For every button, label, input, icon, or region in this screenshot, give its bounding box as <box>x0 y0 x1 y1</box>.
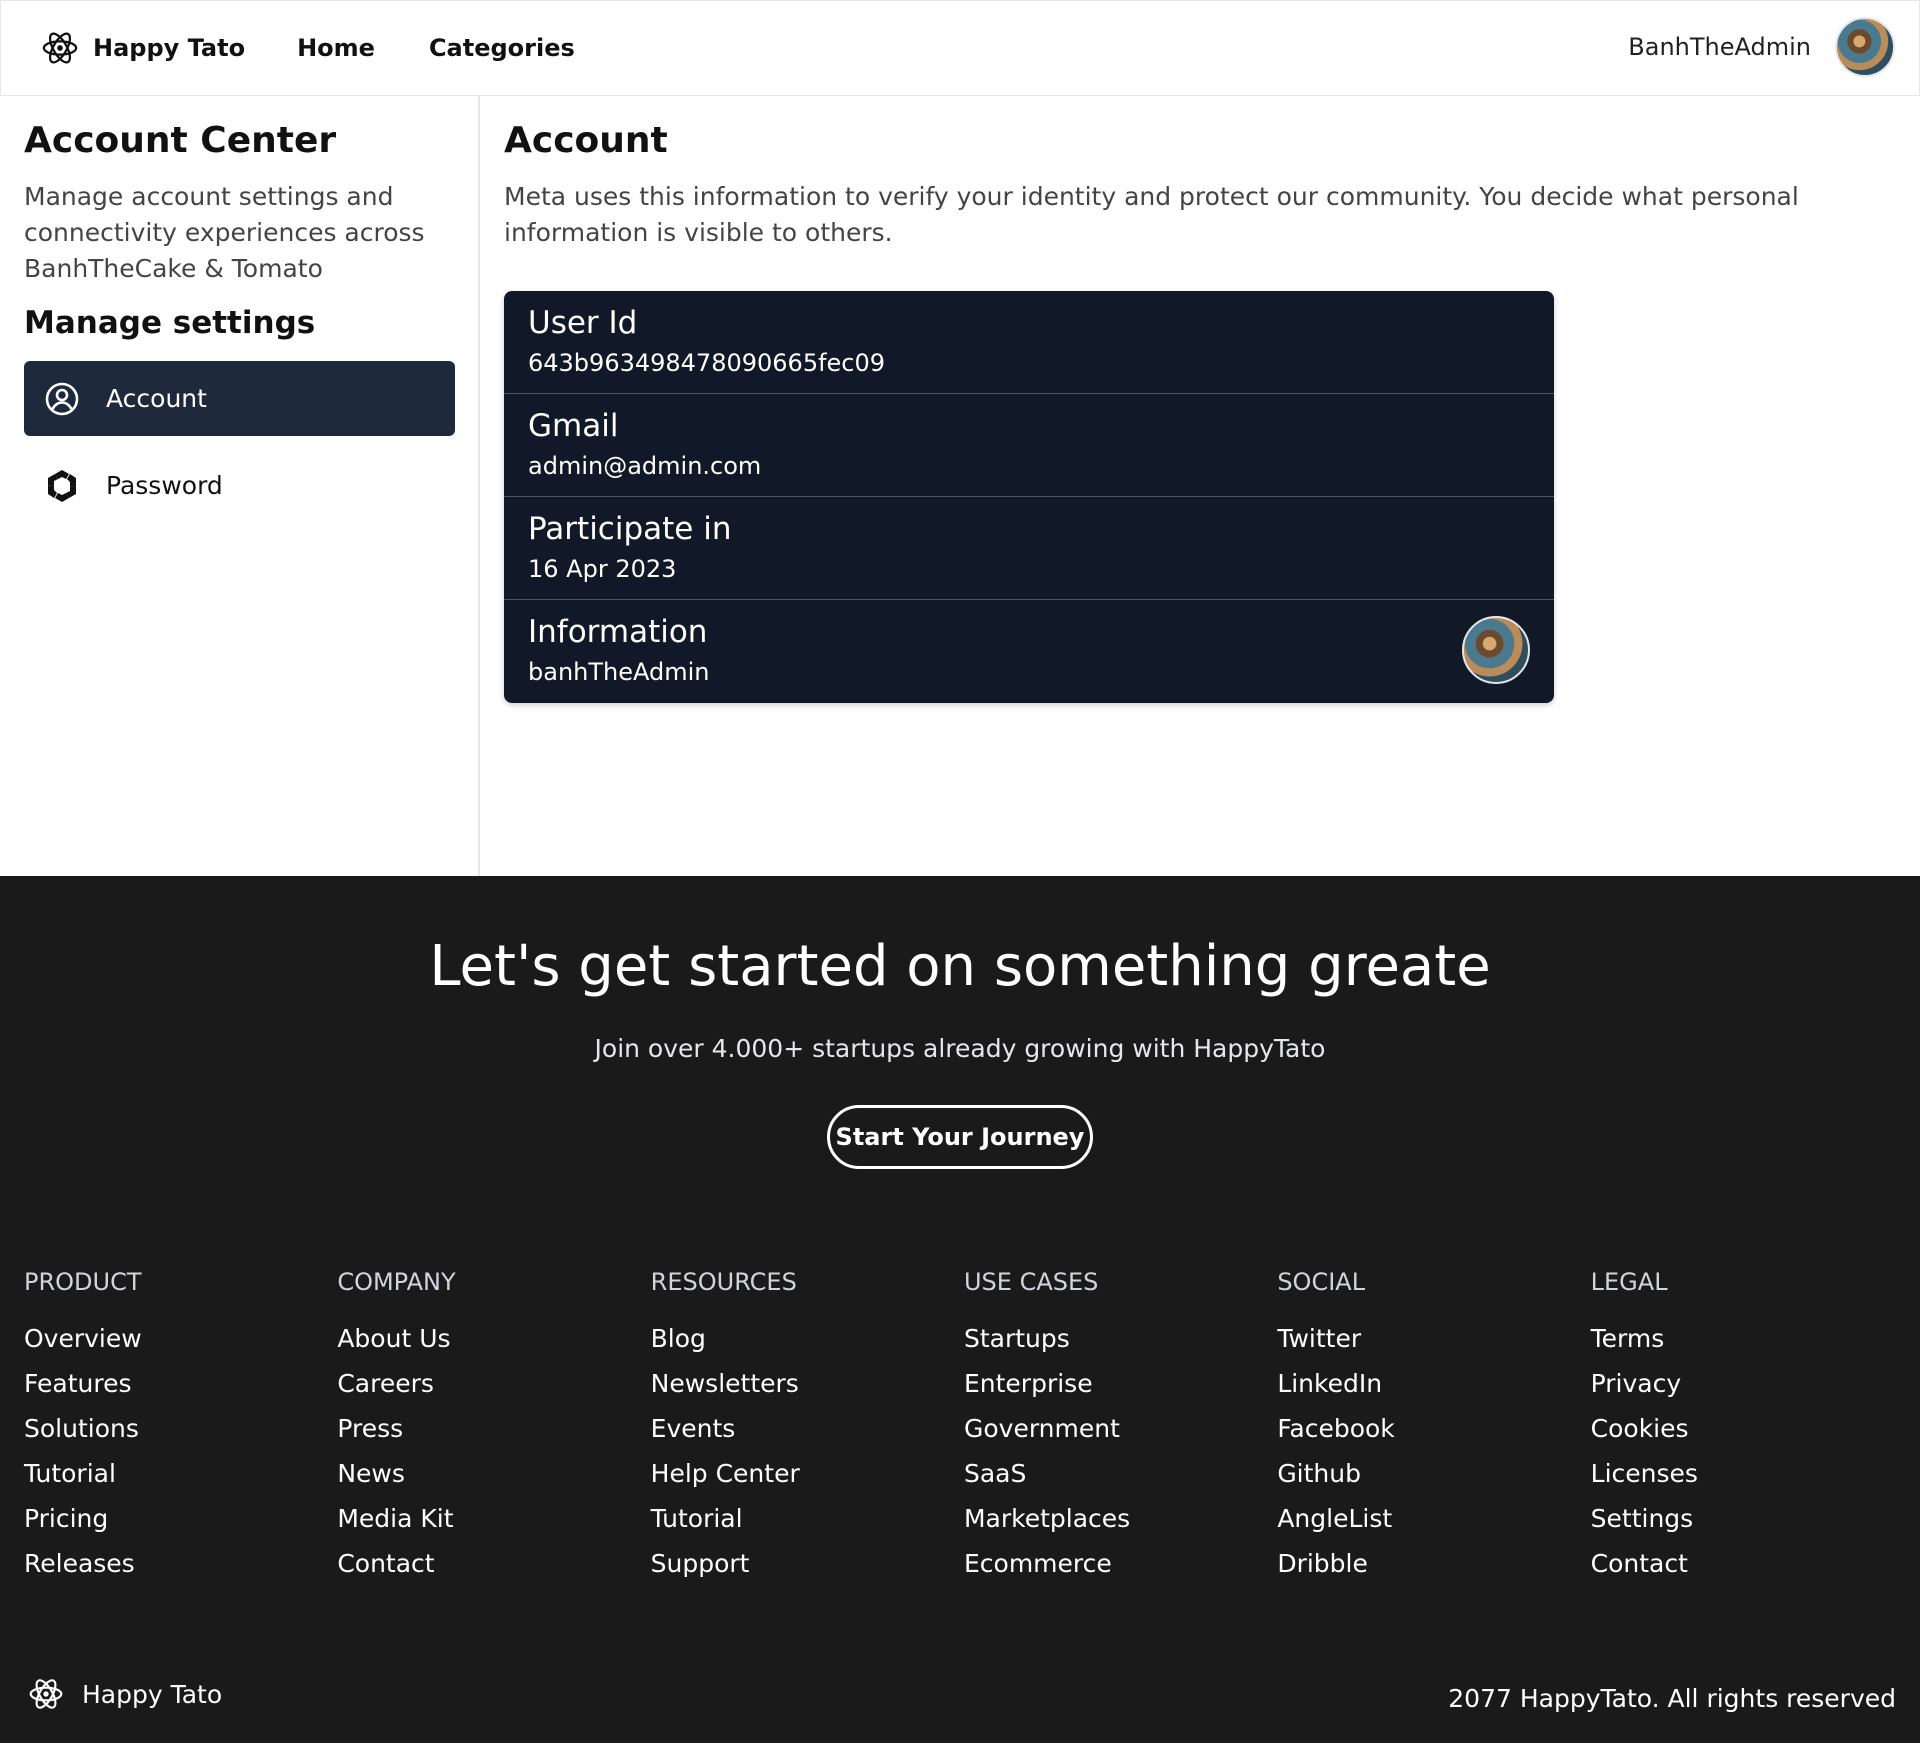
nav-home-link[interactable]: Home <box>297 34 375 62</box>
footer-link[interactable]: Settings <box>1591 1496 1904 1541</box>
username: BanhTheAdmin <box>1628 33 1811 61</box>
sidebar-description: Manage account settings and connectivity… <box>24 182 425 283</box>
row-value: banhTheAdmin <box>528 658 710 686</box>
profile-avatar[interactable] <box>1462 616 1530 684</box>
footer-heading: SOCIAL <box>1277 1268 1366 1296</box>
footer-link[interactable]: Licenses <box>1591 1451 1904 1496</box>
atom-icon <box>42 32 78 64</box>
footer-link[interactable]: Pricing <box>24 1496 337 1541</box>
footer-link[interactable]: Contact <box>337 1541 650 1586</box>
row-value: 16 Apr 2023 <box>528 555 677 583</box>
footer-link[interactable]: Facebook <box>1277 1406 1590 1451</box>
sidebar-subtitle: Manage settings <box>24 305 316 341</box>
start-journey-button[interactable]: Start Your Journey <box>827 1105 1093 1169</box>
footer-link[interactable]: Government <box>964 1406 1277 1451</box>
row-label: Participate in <box>528 511 732 547</box>
footer-heading: RESOURCES <box>650 1268 797 1296</box>
footer-column-product: PRODUCT Overview Features Solutions Tuto… <box>24 1268 337 1586</box>
footer-link[interactable]: Blog <box>651 1316 964 1361</box>
site-footer: Let's get started on something greate Jo… <box>0 876 1920 1743</box>
footer-link[interactable]: Privacy <box>1591 1361 1904 1406</box>
row-value: admin@admin.com <box>528 452 762 480</box>
footer-column-company: COMPANY About Us Careers Press News Medi… <box>337 1268 650 1586</box>
account-sidebar: Account Center Manage account settings a… <box>0 96 480 876</box>
footer-link[interactable]: Newsletters <box>651 1361 964 1406</box>
footer-link[interactable]: Twitter <box>1277 1316 1590 1361</box>
row-label: Gmail <box>528 408 619 444</box>
footer-link[interactable]: News <box>337 1451 650 1496</box>
row-label: Information <box>528 614 708 650</box>
footer-link[interactable]: Help Center <box>651 1451 964 1496</box>
footer-heading: PRODUCT <box>24 1268 142 1296</box>
info-row-gmail: Gmail admin@admin.com <box>504 394 1554 497</box>
account-info-card: User Id 643b963498478090665fec09 Gmail a… <box>504 291 1554 703</box>
footer-column-use-cases: USE CASES Startups Enterprise Government… <box>964 1268 1277 1586</box>
cta-subtitle: Join over 4.000+ startups already growin… <box>594 1034 1326 1063</box>
footer-link[interactable]: Support <box>651 1541 964 1586</box>
footer-heading: LEGAL <box>1590 1268 1668 1296</box>
footer-link[interactable]: Features <box>24 1361 337 1406</box>
footer-column-resources: RESOURCES Blog Newsletters Events Help C… <box>651 1268 964 1586</box>
footer-brand-link[interactable]: Happy Tato <box>28 1676 222 1712</box>
top-navbar: Happy Tato Home Categories BanhTheAdmin <box>0 0 1920 96</box>
page-description: Meta uses this information to verify you… <box>504 182 1799 247</box>
footer-heading: USE CASES <box>963 1268 1099 1296</box>
footer-link[interactable]: Press <box>337 1406 650 1451</box>
copyright-text: 2077 HappyTato. All rights reserved <box>1448 1684 1896 1713</box>
footer-link[interactable]: About Us <box>337 1316 650 1361</box>
footer-link[interactable]: Tutorial <box>651 1496 964 1541</box>
footer-brand-name: Happy Tato <box>82 1679 223 1709</box>
footer-link[interactable]: Solutions <box>24 1406 337 1451</box>
footer-link[interactable]: Contact <box>1591 1541 1904 1586</box>
sidebar-item-password[interactable]: Password <box>24 448 455 523</box>
footer-link[interactable]: Tutorial <box>24 1451 337 1496</box>
info-row-participate: Participate in 16 Apr 2023 <box>504 497 1554 600</box>
row-label: User Id <box>528 305 638 341</box>
footer-link[interactable]: Terms <box>1591 1316 1904 1361</box>
info-row-information[interactable]: Information banhTheAdmin <box>504 600 1554 703</box>
footer-link[interactable]: Marketplaces <box>964 1496 1277 1541</box>
row-value: 643b963498478090665fec09 <box>528 349 886 377</box>
footer-link[interactable]: Startups <box>964 1316 1277 1361</box>
nav-categories-link[interactable]: Categories <box>429 34 575 62</box>
brand-logo-link[interactable]: Happy Tato <box>41 29 245 67</box>
brand-name: Happy Tato <box>93 34 246 62</box>
footer-link[interactable]: Overview <box>24 1316 337 1361</box>
footer-link[interactable]: Careers <box>337 1361 650 1406</box>
cta-title: Let's get started on something greate <box>429 934 1491 999</box>
shield-hex-icon <box>48 469 76 502</box>
atom-icon <box>29 1679 63 1709</box>
account-main: Account Meta uses this information to ve… <box>480 96 1920 727</box>
footer-heading: COMPANY <box>337 1268 456 1296</box>
footer-link[interactable]: Dribble <box>1277 1541 1590 1586</box>
footer-columns: PRODUCT Overview Features Solutions Tuto… <box>24 1268 1904 1586</box>
sidebar-item-label: Account <box>106 384 207 413</box>
sidebar-item-account[interactable]: Account <box>24 361 455 436</box>
footer-link[interactable]: SaaS <box>964 1451 1277 1496</box>
footer-link[interactable]: AngleList <box>1277 1496 1590 1541</box>
user-menu[interactable]: BanhTheAdmin <box>1628 17 1895 77</box>
info-row-user-id: User Id 643b963498478090665fec09 <box>504 291 1554 394</box>
sidebar-title: Account Center <box>24 120 337 161</box>
footer-link[interactable]: Ecommerce <box>964 1541 1277 1586</box>
footer-link[interactable]: LinkedIn <box>1277 1361 1590 1406</box>
footer-link[interactable]: Media Kit <box>337 1496 650 1541</box>
avatar[interactable] <box>1835 17 1895 77</box>
sidebar-item-label: Password <box>106 471 223 500</box>
footer-link[interactable]: Cookies <box>1591 1406 1904 1451</box>
footer-link[interactable]: Releases <box>24 1541 337 1586</box>
footer-link[interactable]: Github <box>1277 1451 1590 1496</box>
footer-link[interactable]: Events <box>651 1406 964 1451</box>
footer-link[interactable]: Enterprise <box>964 1361 1277 1406</box>
footer-column-social: SOCIAL Twitter LinkedIn Facebook Github … <box>1277 1268 1590 1586</box>
page-title: Account <box>504 120 668 161</box>
footer-column-legal: LEGAL Terms Privacy Cookies Licenses Set… <box>1591 1268 1904 1586</box>
user-circle-icon <box>45 382 79 415</box>
